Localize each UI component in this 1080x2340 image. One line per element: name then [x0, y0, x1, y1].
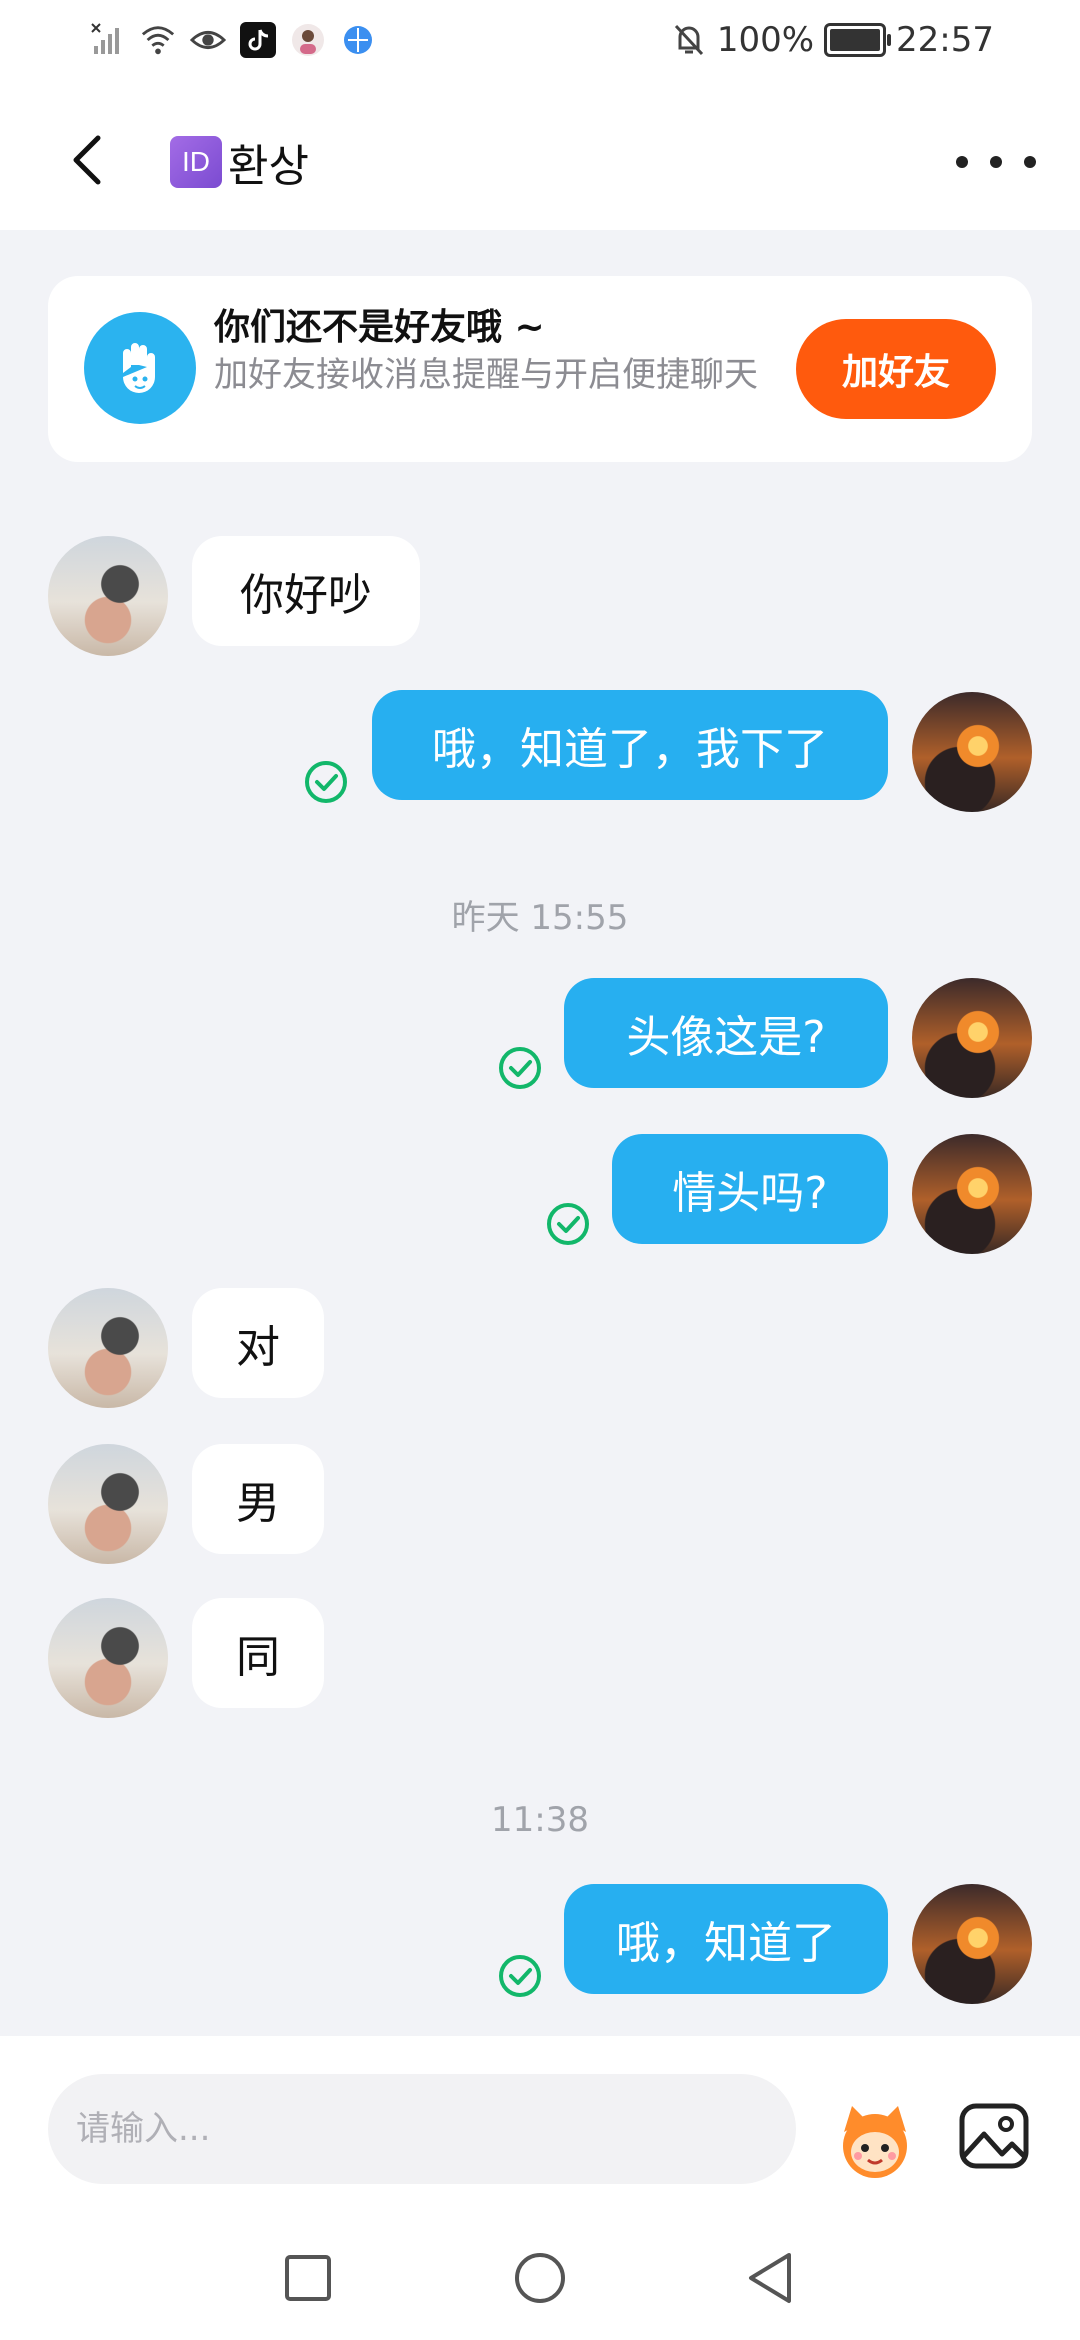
contact-avatar[interactable]	[48, 1444, 168, 1564]
chevron-left-icon	[73, 135, 101, 185]
dot	[990, 156, 1002, 168]
timestamp-label: 11:38	[491, 1800, 589, 1840]
sticker-mascot-icon	[843, 2106, 907, 2178]
contact-avatar[interactable]	[48, 536, 168, 656]
recent-apps-button[interactable]	[278, 2248, 338, 2308]
browser-app-icon	[340, 22, 376, 58]
my-avatar[interactable]	[912, 978, 1032, 1098]
message-input[interactable]	[48, 2074, 796, 2184]
battery-percent: 100%	[716, 20, 815, 60]
banner-subtitle: 加好友接收消息提醒与开启便捷聊天	[214, 355, 758, 395]
back-nav-button[interactable]	[740, 2248, 800, 2308]
input-bar	[0, 2036, 1080, 2216]
timestamp-label: 昨天 15:55	[451, 898, 629, 938]
status-left-icons	[90, 22, 376, 58]
contact-name: 환상	[228, 141, 309, 192]
image-picker-button[interactable]	[956, 2098, 1032, 2174]
message-bubble-sent[interactable]: 哦，知道了	[564, 1884, 888, 1994]
square-icon	[285, 2255, 331, 2301]
my-avatar[interactable]	[912, 1134, 1032, 1254]
status-right-icons: 100% 22:57	[671, 20, 994, 60]
message-bubble-received[interactable]: 男	[192, 1444, 324, 1554]
message-bubble-sent[interactable]: 情头吗?	[612, 1134, 888, 1244]
id-badge-icon: ID	[170, 136, 222, 188]
dot	[956, 156, 968, 168]
message-bubble-sent[interactable]: 哦，知道了，我下了	[372, 690, 888, 800]
my-avatar[interactable]	[912, 692, 1032, 812]
contact-avatar[interactable]	[48, 1598, 168, 1718]
circle-icon	[515, 2253, 565, 2303]
eye-icon	[190, 22, 226, 58]
read-check-icon	[498, 1954, 542, 1998]
bell-muted-icon	[671, 22, 707, 58]
message-bubble-received[interactable]: 同	[192, 1598, 324, 1708]
my-avatar[interactable]	[912, 1884, 1032, 2004]
message-bubble-received[interactable]: 对	[192, 1288, 324, 1398]
home-button[interactable]	[510, 2248, 570, 2308]
system-nav-bar	[0, 2216, 1080, 2340]
read-check-icon	[498, 1046, 542, 1090]
banner-title: 你们还不是好友哦 ~	[214, 307, 545, 348]
waving-hand-icon	[84, 312, 196, 424]
clock-time: 22:57	[896, 20, 994, 60]
read-check-icon	[304, 760, 348, 804]
profile-app-icon	[290, 22, 326, 58]
add-friend-button[interactable]: 加好友	[796, 319, 996, 419]
back-button[interactable]	[56, 128, 120, 192]
more-options-button[interactable]	[956, 142, 1036, 182]
message-list[interactable]: 你好吵 哦，知道了，我下了 昨天 15:55 头像这是? 情头吗? 对 男 同 …	[0, 470, 1080, 2035]
read-check-icon	[546, 1202, 590, 1246]
signal-off-icon	[90, 22, 126, 58]
wifi-icon	[140, 22, 176, 58]
contact-avatar[interactable]	[48, 1288, 168, 1408]
battery-icon	[824, 23, 892, 57]
sticker-button[interactable]	[830, 2096, 920, 2186]
tiktok-icon	[240, 22, 276, 58]
triangle-back-icon	[749, 2253, 791, 2303]
message-bubble-sent[interactable]: 头像这是?	[564, 978, 888, 1088]
chat-header: ID 환상	[0, 90, 1080, 230]
image-icon	[959, 2103, 1029, 2169]
add-friend-banner: 你们还不是好友哦 ~ 加好友接收消息提醒与开启便捷聊天 加好友	[48, 276, 1032, 462]
message-bubble-received[interactable]: 你好吵	[192, 536, 420, 646]
status-bar: 100% 22:57	[0, 0, 1080, 90]
dot	[1024, 156, 1036, 168]
chat-title: ID 환상	[170, 130, 309, 194]
